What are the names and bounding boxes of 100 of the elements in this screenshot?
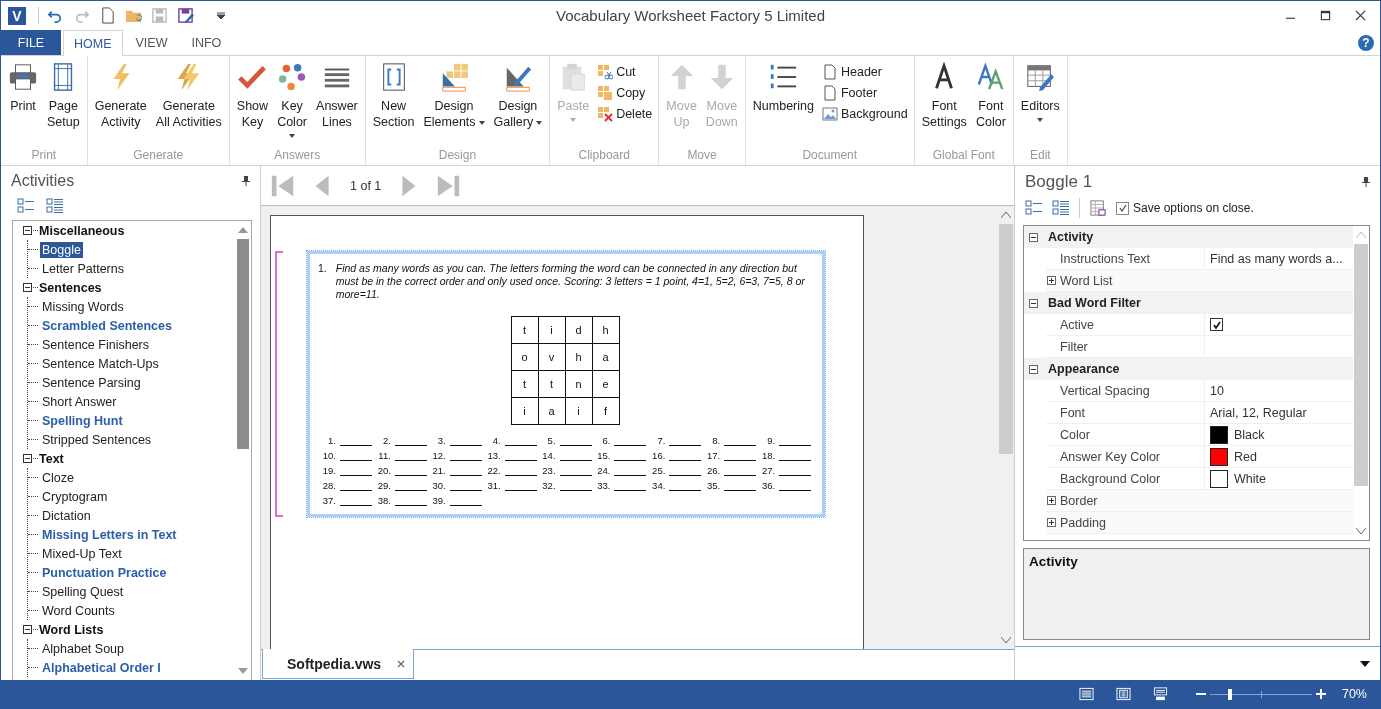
pin-icon[interactable] [1362, 177, 1370, 187]
tree-item[interactable]: Missing Letters in Text [40, 526, 179, 543]
categorized-icon[interactable] [1025, 200, 1043, 216]
expand-icon[interactable] [1047, 276, 1056, 285]
close-icon[interactable] [397, 659, 406, 668]
zoom-in-icon[interactable] [1315, 689, 1326, 699]
actual-size-icon[interactable] [1152, 687, 1168, 701]
property-value[interactable]: Arial, 12, Regular [1210, 405, 1307, 420]
detail-list-icon[interactable] [1052, 200, 1070, 216]
property-value[interactable]: 10 [1210, 383, 1224, 398]
detail-list-icon[interactable] [46, 198, 64, 214]
ribbon-button[interactable]: Editors [1016, 60, 1064, 124]
scroll-down-icon[interactable] [1356, 528, 1366, 534]
worksheet-section[interactable] [307, 251, 825, 517]
tree-item[interactable]: Spelling Quest [40, 583, 126, 600]
ribbon-button[interactable]: Delete [594, 104, 656, 124]
document-tab[interactable]: Softpedia.vws [262, 649, 415, 679]
customize-caret-icon[interactable] [217, 11, 225, 20]
tree-item[interactable]: Cryptogram [40, 488, 110, 505]
tree-item[interactable]: Missing Words [40, 298, 126, 315]
print-layout-icon[interactable] [1078, 687, 1094, 701]
save-edit-icon[interactable] [177, 7, 194, 24]
tree-item[interactable]: Mixed-Up Text [40, 545, 124, 562]
tree-item[interactable]: Letter Patterns [40, 260, 126, 277]
tree-item[interactable]: Cloze [40, 469, 76, 486]
checkbox[interactable] [1210, 318, 1223, 331]
scroll-up-icon[interactable] [238, 227, 248, 233]
collapse-icon[interactable] [1029, 364, 1038, 374]
tree-item[interactable]: Punctuation Practice [40, 564, 169, 581]
ribbon-button[interactable]: Answer Lines [312, 60, 362, 132]
checkbox[interactable] [1116, 201, 1129, 215]
ribbon-button[interactable]: Font Color [971, 60, 1010, 132]
collapse-icon[interactable] [1029, 232, 1038, 242]
ribbon-button[interactable]: Numbering [748, 60, 818, 116]
answer-number: 20. [376, 465, 391, 476]
color-swatch[interactable] [1210, 447, 1228, 466]
collapse-icon[interactable] [1029, 298, 1038, 308]
tree-item[interactable]: Word Counts [40, 602, 117, 619]
property-value: Black [1234, 427, 1265, 442]
slider-thumb[interactable] [1228, 688, 1233, 700]
scroll-down-icon[interactable] [238, 668, 248, 674]
answer-number: 26. [706, 465, 721, 476]
ribbon-tab[interactable]: VIEW [124, 30, 179, 55]
tree-item[interactable]: Scrambled Sentences [40, 317, 174, 334]
collapse-icon[interactable] [23, 226, 32, 235]
collapse-icon[interactable] [23, 454, 32, 463]
ribbon-button[interactable]: Font Settings [917, 60, 971, 132]
ribbon-tab[interactable]: INFO [180, 30, 233, 55]
answer-number: 14. [541, 450, 556, 461]
tree-item[interactable]: Boggle [40, 241, 83, 258]
tree-item[interactable]: Sentence Match-Ups [40, 355, 161, 372]
ribbon-button[interactable]: Header [818, 62, 911, 82]
zoom-slider[interactable] [1209, 688, 1312, 700]
table-save-icon[interactable] [1089, 200, 1107, 216]
maximize-icon[interactable] [1320, 10, 1331, 21]
ribbon-button[interactable]: Background [818, 104, 911, 124]
tree-item[interactable]: Spelling Hunt [40, 412, 125, 429]
scroll-down-icon[interactable] [1001, 637, 1011, 643]
ribbon-button[interactable]: Key Color [273, 60, 312, 140]
ribbon-button[interactable]: Show Key [232, 60, 273, 132]
ribbon-button[interactable]: Page Setup [43, 60, 84, 132]
ribbon-tab[interactable]: HOME [63, 30, 123, 56]
expand-all-icon[interactable] [17, 198, 35, 214]
ribbon-button[interactable]: Footer [818, 83, 911, 103]
tree-item[interactable]: Sentence Finishers [40, 336, 151, 353]
color-swatch[interactable] [1210, 469, 1228, 488]
tree-item[interactable]: Stripped Sentences [40, 431, 154, 448]
new-page-icon[interactable] [99, 7, 116, 24]
ribbon-button[interactable]: Copy [594, 83, 656, 103]
tree-category[interactable]: Word Lists [39, 622, 104, 637]
page-view-icon[interactable] [1115, 687, 1131, 701]
close-icon[interactable] [1355, 10, 1366, 21]
ribbon-button[interactable]: Design Gallery [489, 60, 547, 132]
ribbon-button[interactable]: Design Elements [419, 60, 489, 132]
answer-number: 2. [381, 435, 391, 446]
tree-category[interactable]: Sentences [39, 280, 102, 295]
tree-item[interactable]: Alphabetical Order I [40, 659, 163, 676]
pin-icon[interactable] [242, 176, 250, 186]
help-button[interactable]: ? [1358, 34, 1374, 51]
scroll-up-icon[interactable] [1001, 212, 1011, 218]
tree-item[interactable]: Dictation [40, 507, 93, 524]
property-value[interactable]: Find as many words a... [1210, 251, 1343, 266]
file-tab[interactable]: FILE [1, 30, 61, 55]
tree-item[interactable]: Alphabet Soup [40, 640, 126, 657]
ribbon-button[interactable]: New Section [368, 60, 419, 132]
expand-icon[interactable] [1047, 496, 1056, 505]
tree-category[interactable]: Miscellaneous [39, 223, 125, 238]
collapse-icon[interactable] [23, 625, 32, 634]
expand-icon[interactable] [1047, 518, 1056, 527]
color-swatch[interactable] [1210, 425, 1228, 444]
ribbon-button[interactable]: Generate All Activities [151, 60, 226, 132]
app-logo[interactable]: V [8, 6, 26, 25]
ribbon-button[interactable]: Print [4, 60, 42, 116]
ribbon-button[interactable]: Generate Activity [90, 60, 151, 132]
dropdown-arrow-icon[interactable] [1360, 660, 1370, 667]
collapse-icon[interactable] [23, 283, 32, 292]
tree-item[interactable]: Sentence Parsing [40, 374, 143, 391]
tree-category[interactable]: Text [39, 451, 64, 466]
tree-item[interactable]: Short Answer [40, 393, 119, 410]
ribbon-button[interactable]: Cut [594, 62, 656, 82]
